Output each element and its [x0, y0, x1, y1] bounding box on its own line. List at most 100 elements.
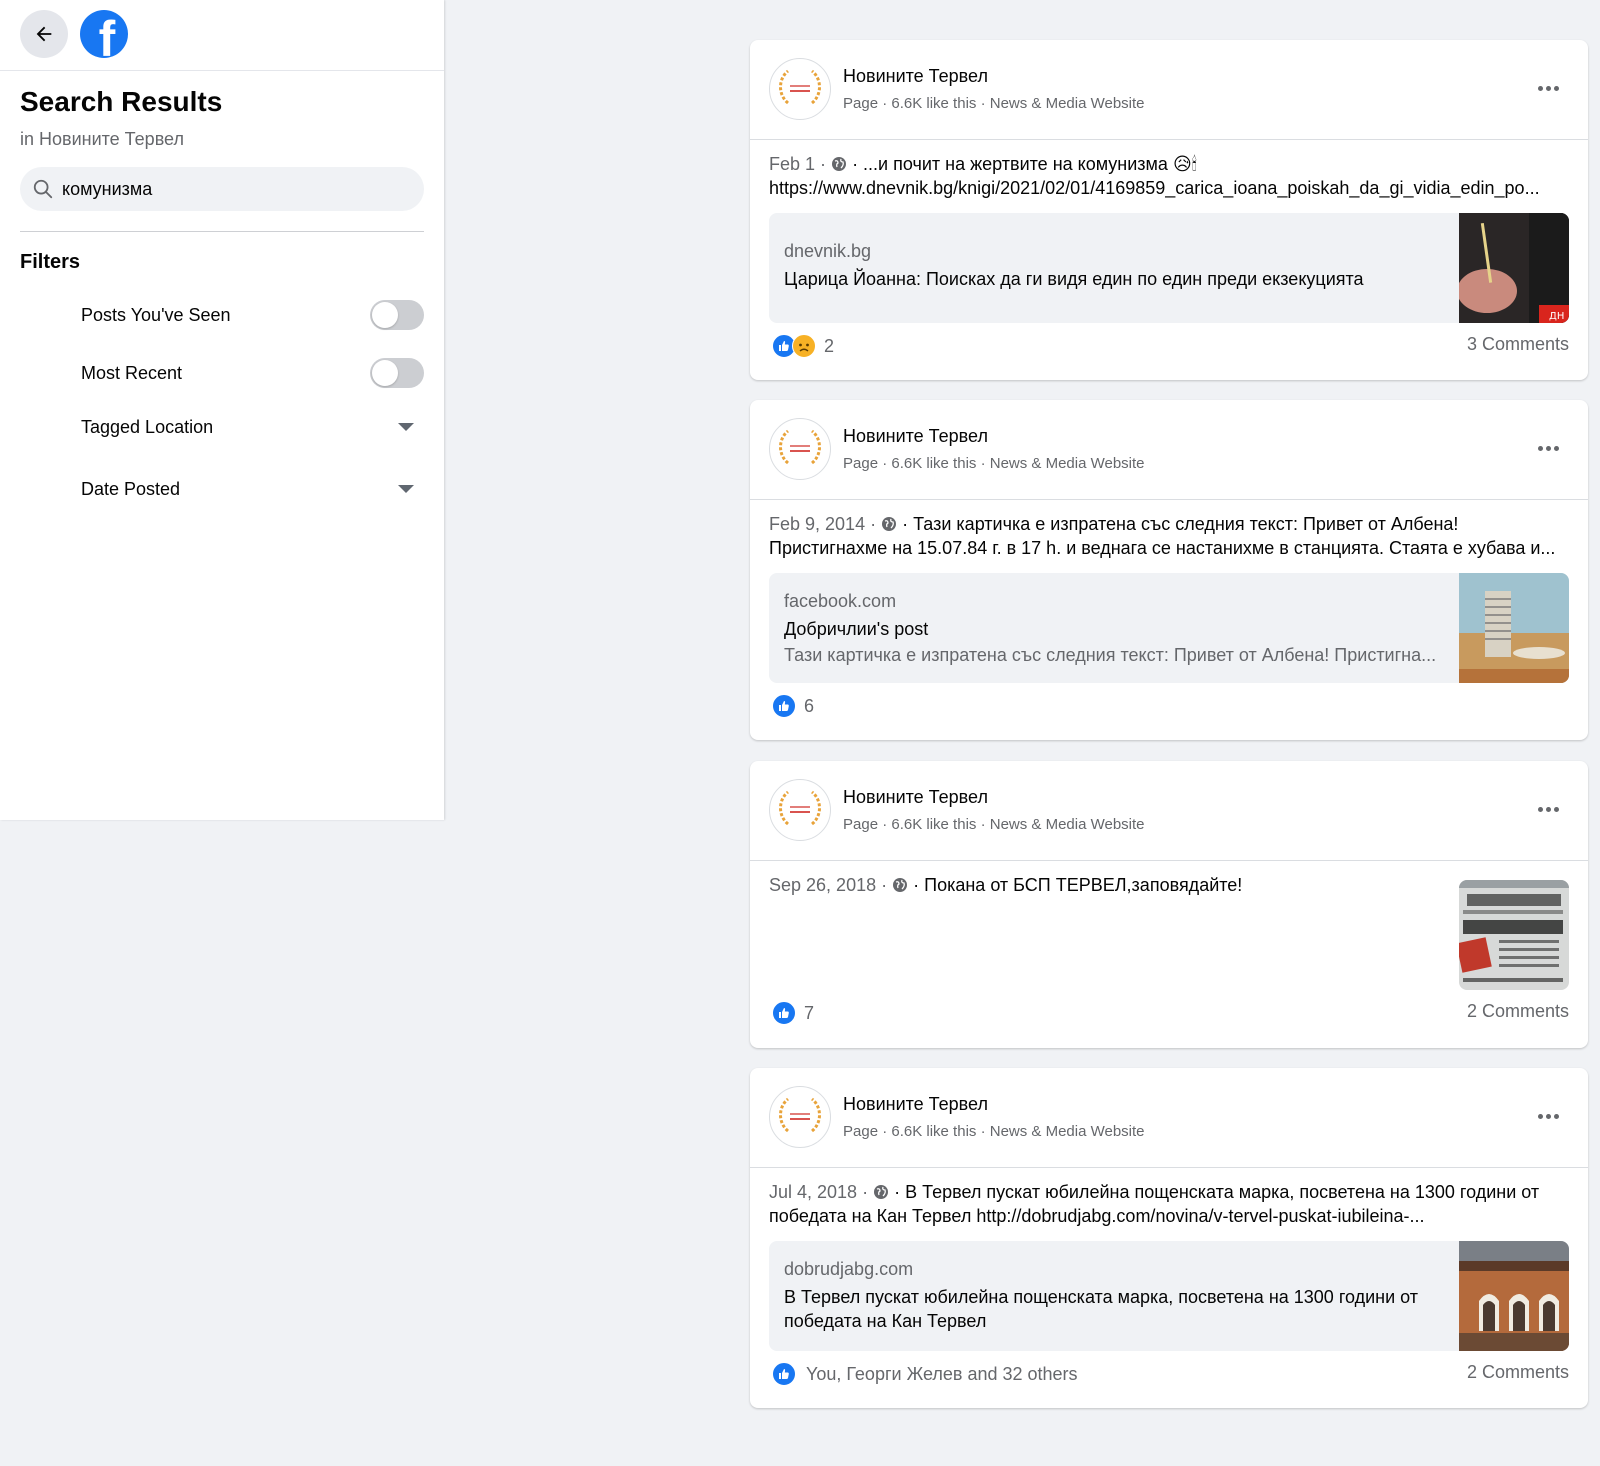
post-header: Новините Тервел Page · 6.6K like this · …	[750, 40, 1588, 140]
facebook-logo-letter: f	[98, 11, 116, 58]
filter-label: Posts You've Seen	[81, 304, 231, 325]
link-domain: dnevnik.bg	[784, 241, 872, 261]
more-options-button[interactable]	[1530, 1104, 1566, 1128]
post-body-line2: Пристигнахме на 15.07.84 г. в 17 h. и ве…	[769, 538, 1556, 558]
post-body-line2[interactable]: https://www.dnevnik.bg/knigi/2021/02/01/…	[769, 176, 1559, 200]
post-body-line2[interactable]: победата на Кан Тервел http://dobrudjabg…	[769, 1204, 1559, 1228]
page-meta: Page · 6.6K like this · News & Media Web…	[843, 1123, 1145, 1140]
reactions[interactable]: 2	[772, 331, 834, 361]
poster-image	[1459, 880, 1569, 990]
reactions-count: 7	[804, 1002, 815, 1023]
post-card: Новините Тервел Page · 6.6K like this · …	[750, 761, 1588, 1048]
more-options-button[interactable]	[1530, 436, 1566, 460]
most-recent-toggle[interactable]	[370, 358, 424, 388]
link-title: В Тервел пускат юбилейна пощенската марк…	[784, 1287, 1419, 1331]
post-photo[interactable]	[1459, 880, 1569, 990]
link-domain: facebook.com	[784, 591, 897, 611]
page-meta: Page · 6.6K like this · News & Media Web…	[843, 816, 1145, 833]
post-date-link[interactable]: Jul 4, 2018	[769, 1182, 857, 1202]
search-sidebar: f Search Results in Новините Тервел Filt…	[0, 0, 444, 820]
post-card: Новините Тервел Page · 6.6K like this · …	[750, 40, 1588, 380]
page-logo-icon	[779, 1097, 821, 1133]
page-name-link[interactable]: Новините Тервел	[843, 787, 988, 808]
page-meta: Page · 6.6K like this · News & Media Web…	[843, 455, 1145, 472]
globe-icon	[832, 157, 847, 171]
sidebar-header: f	[0, 0, 444, 71]
page-name-link[interactable]: Новините Тервел	[843, 426, 988, 447]
filter-label: Date Posted	[81, 478, 181, 499]
post-text: Sep 26, 2018 · · Покана от БСП ТЕРВЕЛ,за…	[769, 875, 1243, 895]
reactions-count: 2	[824, 335, 835, 356]
post-body-line1: · Тази картичка е изпратена със следния …	[902, 514, 1459, 534]
reactions[interactable]: 7	[772, 998, 814, 1028]
page-avatar[interactable]	[769, 58, 831, 120]
globe-icon	[882, 517, 897, 531]
comments-link[interactable]: 2 Comments	[1467, 1362, 1569, 1383]
post-body-line1: · Покана от БСП ТЕРВЕЛ,заповядайте!	[913, 875, 1243, 895]
arrow-left-icon	[36, 26, 52, 42]
page-logo-icon	[779, 429, 821, 465]
more-options-button[interactable]	[1530, 797, 1566, 821]
link-preview[interactable]: dnevnik.bg Царица Йоанна: Поисках да ги …	[769, 213, 1569, 323]
like-reaction-icon	[772, 694, 796, 718]
page-name-link[interactable]: Новините Тервел	[843, 1094, 988, 1115]
sad-reaction-icon	[792, 334, 816, 358]
post-header: Новините Тервел Page · 6.6K like this · …	[750, 1068, 1588, 1168]
filter-label: Tagged Location	[81, 416, 214, 437]
posts-seen-toggle[interactable]	[370, 300, 424, 330]
like-reaction-icon	[772, 1362, 796, 1386]
page-title: Search Results	[20, 86, 223, 117]
link-thumbnail	[1459, 1241, 1569, 1351]
page-logo-icon	[779, 790, 821, 826]
search-box[interactable]	[20, 167, 424, 211]
search-input[interactable]	[60, 177, 404, 201]
link-title: Царица Йоанна: Поисках да ги видя един п…	[784, 269, 1364, 289]
filter-posts-seen[interactable]: Posts You've Seen	[81, 295, 424, 335]
filter-tagged-location[interactable]: Tagged Location	[81, 407, 424, 447]
caret-down-icon[interactable]	[398, 485, 414, 493]
post-card: Новините Тервел Page · 6.6K like this · …	[750, 1068, 1588, 1408]
reactions-count: 6	[804, 695, 815, 716]
back-button[interactable]	[20, 10, 68, 58]
like-reaction-icon	[772, 1001, 796, 1025]
more-options-button[interactable]	[1530, 76, 1566, 100]
page-name-link[interactable]: Новините Тервел	[843, 66, 988, 87]
post-date-link[interactable]: Sep 26, 2018	[769, 875, 876, 895]
comments-link[interactable]: 3 Comments	[1467, 334, 1569, 355]
page-logo-icon	[779, 69, 821, 105]
link-title: Добричлии's post	[784, 619, 929, 639]
globe-icon	[874, 1185, 889, 1199]
page-avatar[interactable]	[769, 779, 831, 841]
reactions[interactable]: 6	[772, 691, 814, 721]
reactions-summary: You, Георги Желев and 32 others	[806, 1363, 1078, 1384]
link-preview[interactable]: facebook.com Добричлии's post Тази карти…	[769, 573, 1569, 683]
post-text: Feb 9, 2014 · · Тази картичка е изпратен…	[769, 512, 1559, 560]
page-avatar[interactable]	[769, 1086, 831, 1148]
filters-heading: Filters	[20, 251, 81, 273]
post-header: Новините Тервел Page · 6.6K like this · …	[750, 400, 1588, 500]
divider	[20, 231, 424, 232]
post-body-line1: · В Тервел пускат юбилейна пощенската ма…	[894, 1182, 1540, 1202]
post-date-link[interactable]: Feb 1	[769, 154, 815, 174]
link-thumbnail: ДН	[1459, 213, 1569, 323]
globe-icon	[893, 878, 908, 892]
caret-down-icon[interactable]	[398, 423, 414, 431]
filter-date-posted[interactable]: Date Posted	[81, 469, 424, 509]
page-meta: Page · 6.6K like this · News & Media Web…	[843, 95, 1145, 112]
post-text: Feb 1 · · ...и почит на жертвите на кому…	[769, 152, 1559, 200]
post-header: Новините Тервел Page · 6.6K like this · …	[750, 761, 1588, 861]
link-preview[interactable]: dobrudjabg.com В Тервел пускат юбилейна …	[769, 1241, 1569, 1351]
search-icon	[33, 179, 53, 199]
page-avatar[interactable]	[769, 418, 831, 480]
reactions[interactable]: You, Георги Желев and 32 others	[772, 1359, 1078, 1389]
post-card: Новините Тервел Page · 6.6K like this · …	[750, 400, 1588, 740]
comments-link[interactable]: 2 Comments	[1467, 1001, 1569, 1022]
filter-label: Most Recent	[81, 362, 183, 383]
facebook-logo[interactable]: f	[80, 10, 128, 58]
filter-most-recent[interactable]: Most Recent	[81, 353, 424, 393]
post-text: Jul 4, 2018 · · В Тервел пускат юбилейна…	[769, 1180, 1559, 1228]
link-description: Тази картичка е изпратена със следния те…	[784, 645, 1437, 665]
link-thumbnail	[1459, 573, 1569, 683]
post-date-link[interactable]: Feb 9, 2014	[769, 514, 865, 534]
link-domain: dobrudjabg.com	[784, 1259, 914, 1279]
